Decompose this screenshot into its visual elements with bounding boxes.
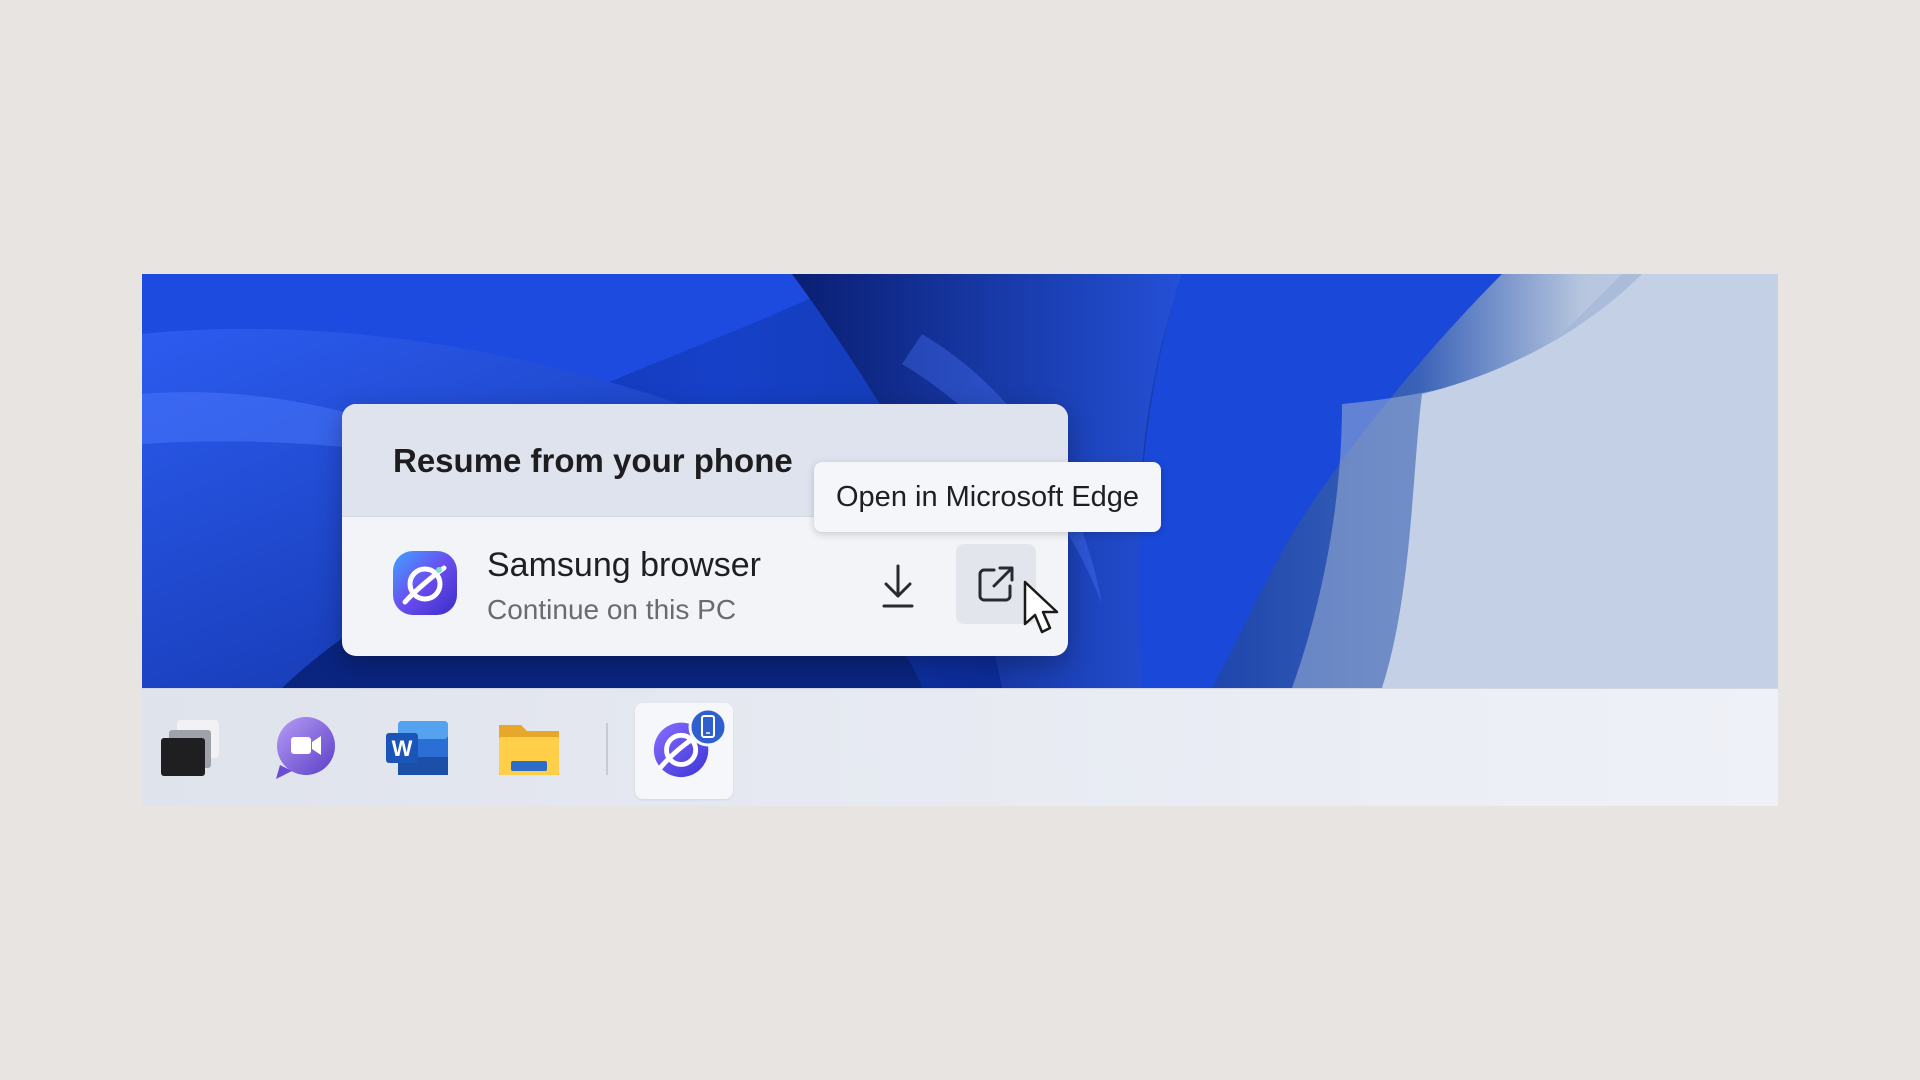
app-subtitle: Continue on this PC bbox=[487, 594, 737, 625]
teams-icon[interactable] bbox=[270, 713, 340, 783]
desktop-scene: W Resume from your phone Samsung browser… bbox=[142, 274, 1778, 806]
taskbar: W bbox=[142, 688, 1778, 806]
download-button[interactable] bbox=[862, 548, 934, 624]
taskbar-separator bbox=[606, 723, 608, 775]
samsung-internet-icon bbox=[392, 550, 458, 616]
folder-icon[interactable] bbox=[494, 713, 564, 783]
download-icon bbox=[882, 564, 914, 608]
resume-app-row[interactable]: Samsung browser Continue on this PC bbox=[342, 516, 1068, 656]
app-name: Samsung browser bbox=[487, 546, 762, 584]
task-view-icon[interactable] bbox=[156, 713, 226, 783]
flyout-title: Resume from your phone bbox=[393, 442, 793, 479]
mouse-cursor-icon bbox=[1021, 580, 1063, 641]
phone-badge-icon bbox=[688, 707, 728, 752]
open-external-icon bbox=[978, 566, 1014, 602]
word-icon[interactable]: W bbox=[382, 713, 452, 783]
open-in-edge-tooltip: Open in Microsoft Edge bbox=[814, 462, 1162, 532]
svg-text:W: W bbox=[392, 736, 413, 761]
